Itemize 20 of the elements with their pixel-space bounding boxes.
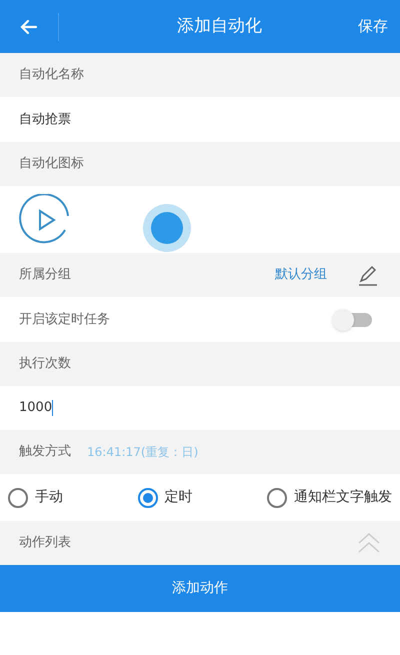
section-label: 执行次数	[19, 355, 71, 374]
trigger-radio[interactable]: 定时	[138, 487, 192, 508]
section-label: 自动化名称	[19, 66, 84, 84]
trigger-time: 16:41:17(重复：日)	[87, 444, 198, 461]
section-label: 自动化图标	[19, 155, 84, 174]
trigger-radio[interactable]: 手动	[8, 487, 63, 508]
double-chevron-up-icon[interactable]	[357, 532, 381, 554]
add-action-button[interactable]: 添加动作	[0, 565, 400, 612]
section-label: 所属分组	[19, 266, 71, 284]
edit-pencil-icon[interactable]	[357, 264, 379, 286]
touch-indicator-icon	[143, 204, 191, 252]
save-button[interactable]: 保存	[350, 0, 400, 53]
page-title: 添加自动化	[176, 14, 263, 38]
section-label: 动作列表	[19, 534, 71, 552]
name-value[interactable]: 自动抢票	[19, 110, 71, 130]
play-icon[interactable]	[19, 194, 71, 246]
section-label: 触发方式	[19, 443, 71, 462]
trigger-radio[interactable]: 通知栏文字触发	[267, 487, 392, 508]
toggle-label: 开启该定时任务	[19, 310, 110, 329]
count-input[interactable]: 1000	[19, 398, 54, 418]
